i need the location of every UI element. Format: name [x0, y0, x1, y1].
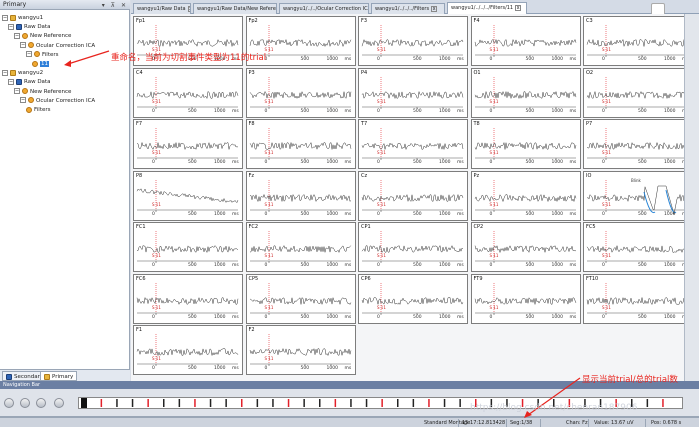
unused-line — [582, 303, 604, 378]
watermark: https://blog.csdn.net/chenran187906 — [470, 403, 638, 413]
annotation-arrows — [64, 50, 604, 418]
rename-arrow — [67, 50, 110, 65]
rename-arrow-head — [64, 60, 71, 67]
